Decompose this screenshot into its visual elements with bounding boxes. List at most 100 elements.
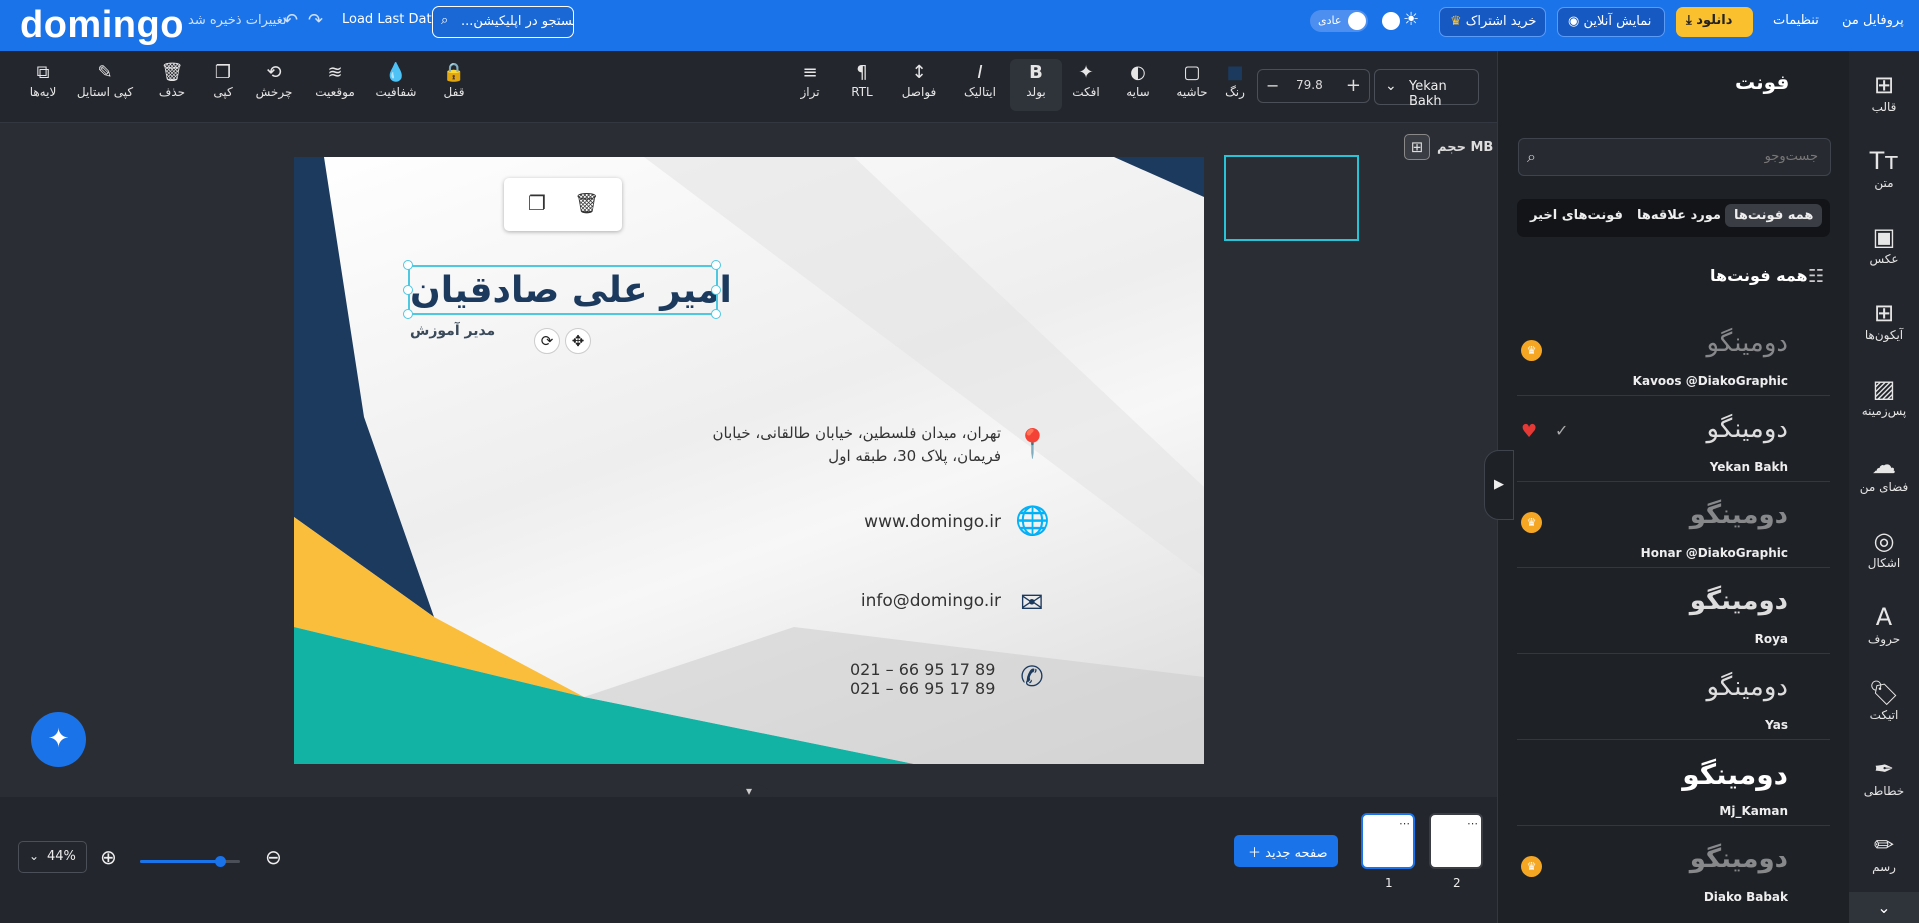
italic-button[interactable]: I ایتالیک [952,61,1008,99]
delete-label: حذف [158,85,186,99]
paragraph-icon: ¶ [856,62,868,83]
panel-title: فونت [1735,70,1790,94]
font-search-input[interactable]: ⌕ جست‌وجو [1518,138,1831,176]
undo-icon[interactable]: ↶ [283,10,298,31]
rail-label: خطاطی [1863,784,1905,798]
card-phone1[interactable]: 021 – 66 95 17 89 [850,660,1001,679]
resize-handle[interactable] [403,285,413,295]
rail-item-calligraphy[interactable]: ✒ خطاطی [1849,754,1919,798]
zoom-select[interactable]: ⌄ 44% [18,841,87,873]
resize-handle[interactable] [711,260,721,270]
font-size-stepper[interactable]: − 79.8 + [1257,69,1370,103]
heart-icon[interactable]: ♥ [1521,421,1537,442]
card-address-line2[interactable]: فریمان، پلاک 30، طبقه اول [760,447,1001,465]
premium-crown-icon: ♛ [1521,340,1542,361]
font-item[interactable]: دومینگو Roya [1517,568,1830,654]
position-button[interactable]: ≋ موقعیت [307,61,363,99]
new-page-button[interactable]: ＋ صفحه جدید [1234,835,1338,867]
zoom-out-icon[interactable]: ⊖ [265,845,282,869]
rotate-button[interactable]: ⟲ چرخش [248,61,300,99]
more-icon[interactable]: ⋯ [1399,817,1410,830]
logo[interactable]: domingo [20,4,184,47]
chevron-down-icon: ⌄ [29,849,40,863]
theme-mode-toggle[interactable]: عادی [1310,10,1368,32]
delete-button[interactable]: 🗑 حذف [146,61,198,99]
card-role-text[interactable]: مدیر آموزش [410,323,495,339]
online-show-button[interactable]: ◉ نمایش آنلاین [1557,7,1665,37]
decrease-icon[interactable]: − [1266,76,1279,95]
color-button[interactable]: ■ رنگ [1210,61,1260,99]
business-card[interactable] [294,157,1204,764]
copy-style-button[interactable]: ✎ کپی استایل [75,61,135,99]
align-button[interactable]: ≡ تراز [784,61,836,99]
rail-item-shapes[interactable]: ◎ اشکال [1849,526,1919,570]
rail-expand-icon[interactable]: ⌄ [1849,892,1919,923]
font-preview: دومینگو [1682,758,1788,791]
more-icon[interactable]: ⋯ [1467,817,1478,830]
zoom-slider-knob[interactable] [215,856,226,867]
font-item[interactable]: دومینگو Diako Babak ♛ [1517,826,1830,912]
rail-item-photo[interactable]: ▣ عکس [1849,222,1919,266]
search-icon[interactable]: ⌕ [1527,147,1536,167]
tab-favorites[interactable]: مورد علاقه‌ها [1637,208,1721,223]
resize-handle[interactable] [711,285,721,295]
rail-item-my-space[interactable]: ☁ فضای من [1849,450,1919,494]
rotate-handle-icon[interactable]: ⟳ [534,328,560,354]
card-website[interactable]: www.domingo.ir [850,512,1001,532]
font-size-value[interactable]: 79.8 [1296,78,1323,92]
minimap-frame[interactable] [1224,155,1359,241]
font-item[interactable]: دومینگو Mj_Kaman [1517,740,1830,826]
zoom-slider[interactable] [140,856,240,867]
rail-item-text[interactable]: Tт متن [1849,146,1919,190]
mode-dot-icon[interactable] [1382,12,1400,30]
duplicate-icon[interactable]: ❐ [528,191,546,215]
load-last-data-button[interactable]: Load Last Data [342,12,440,27]
card-email[interactable]: info@domingo.ir [850,591,1001,611]
rail-item-template[interactable]: ⊞ قالب [1849,70,1919,114]
card-phone2[interactable]: 021 – 66 95 17 89 [850,679,1001,698]
resize-handle[interactable] [711,309,721,319]
rail-item-icons[interactable]: ⊞ آیکون‌ها [1849,298,1919,342]
effect-button[interactable]: ✦ افکت [1060,61,1112,99]
subscribe-button[interactable]: ♛ خرید اشتراک [1439,7,1546,37]
page-thumbnail-1[interactable]: ⋯ [1361,813,1415,869]
trash-icon[interactable]: 🗑 [574,191,599,215]
copy-button[interactable]: ❐ کپی [197,61,249,99]
font-item[interactable]: دومینگو Yekan Bakh ♥ ✓ [1517,396,1830,482]
redo-icon[interactable]: ↷ [308,10,323,31]
rtl-button[interactable]: ¶ RTL [836,61,888,99]
sun-icon[interactable]: ☀ [1403,9,1419,30]
app-search-input[interactable]: ⌕ ...جستجو در اپلیکیشن [432,6,574,38]
settings-link[interactable]: تنظیمات [1773,13,1819,28]
zoom-in-icon[interactable]: ⊕ [100,845,117,869]
rail-item-letters[interactable]: A حروف [1849,602,1919,646]
rail-item-sticker[interactable]: 🏷 اتیکت [1849,678,1919,722]
page-thumbnail-2[interactable]: ⋯ [1429,813,1483,869]
tab-all-fonts[interactable]: همه فونت‌ها [1725,204,1823,227]
font-item[interactable]: دومینگو Kavoos @DiakoGraphic ♛ [1517,310,1830,396]
font-family-select[interactable]: ⌄ Yekan Bakh [1374,69,1479,109]
image-icon: ▣ [1872,223,1896,251]
selection-box[interactable] [408,265,718,315]
resize-handle[interactable] [403,260,413,270]
rail-item-background[interactable]: ▨ پس‌زمینه [1849,374,1919,418]
magic-wand-fab[interactable]: ✦ [31,712,86,767]
tab-recent-fonts[interactable]: فونت‌های اخیر [1530,208,1623,223]
shadow-button[interactable]: ◐ سایه [1112,61,1164,99]
spacing-button[interactable]: ↕ فواصل [892,61,946,99]
card-address-line1[interactable]: تهران، میدان فلسطین، خیابان طالقانی، خیا… [700,424,1001,442]
panel-collapse-arrow-icon[interactable]: ▶ [1484,450,1514,520]
font-item[interactable]: دومینگو Honar @DiakoGraphic ♛ [1517,482,1830,568]
font-item[interactable]: دومینگو Yas [1517,654,1830,740]
move-handle-icon[interactable]: ✥ [565,328,591,354]
rail-item-draw[interactable]: ✏ رسم [1849,830,1919,874]
calculator-icon[interactable]: ⊞ [1404,134,1430,160]
download-button[interactable]: ⤓ دانلود [1676,7,1753,37]
bold-button[interactable]: B بولد [1010,59,1062,111]
opacity-button[interactable]: 💧 شفافیت [368,61,424,99]
resize-handle[interactable] [403,309,413,319]
lock-button[interactable]: 🔒 قفل [428,61,480,99]
increase-icon[interactable]: + [1346,75,1361,96]
layers-button[interactable]: ⧉ لایه‌ها [17,61,69,99]
profile-link[interactable]: پروفایل من [1842,13,1904,28]
